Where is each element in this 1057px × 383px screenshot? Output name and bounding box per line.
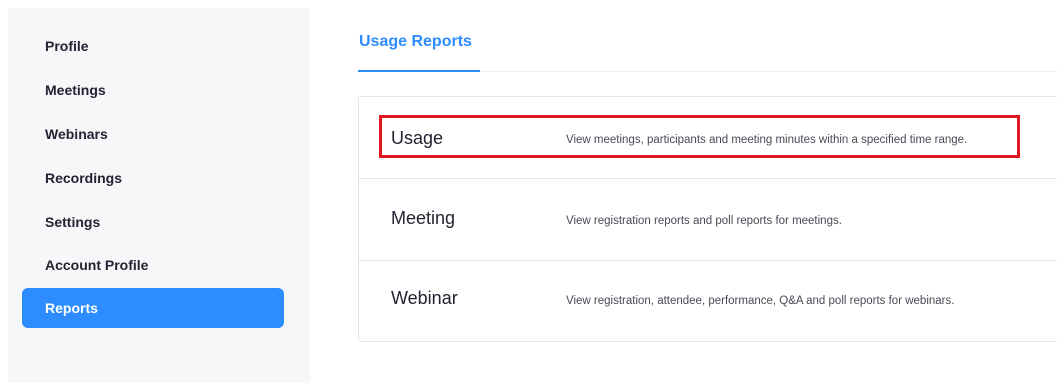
report-description: View meetings, participants and meeting … — [566, 134, 968, 146]
report-description: View registration reports and poll repor… — [566, 215, 842, 227]
report-row-usage[interactable]: Usage View meetings, participants and me… — [359, 97, 1057, 179]
tab-label: Usage Reports — [359, 33, 472, 50]
sidebar-nav: Profile Meetings Webinars Recordings Set… — [8, 8, 310, 383]
report-row-webinar[interactable]: Webinar View registration, attendee, per… — [359, 261, 1057, 343]
sidebar-item-label: Recordings — [45, 170, 123, 186]
tab-usage-reports[interactable]: Usage Reports — [358, 30, 480, 72]
sidebar-item-label: Webinars — [45, 126, 108, 142]
report-title[interactable]: Webinar — [391, 288, 458, 309]
sidebar-item-account-profile[interactable]: Account Profile — [22, 245, 284, 285]
sidebar-item-label: Reports — [45, 300, 98, 316]
tab-bar: Usage Reports — [358, 30, 1057, 72]
sidebar-item-label: Meetings — [45, 82, 106, 98]
sidebar-item-settings[interactable]: Settings — [22, 202, 284, 242]
report-list: Usage View meetings, participants and me… — [358, 96, 1057, 342]
sidebar-item-label: Settings — [45, 214, 101, 230]
sidebar-item-label: Profile — [45, 38, 89, 54]
report-title[interactable]: Meeting — [391, 208, 455, 229]
sidebar-item-meetings[interactable]: Meetings — [22, 70, 284, 110]
sidebar-item-recordings[interactable]: Recordings — [22, 158, 284, 198]
sidebar-item-label: Account Profile — [45, 257, 149, 273]
report-title[interactable]: Usage — [391, 128, 443, 149]
report-description: View registration, attendee, performance… — [566, 295, 955, 307]
report-row-meeting[interactable]: Meeting View registration reports and po… — [359, 179, 1057, 261]
sidebar-item-reports[interactable]: Reports — [22, 288, 284, 328]
sidebar-item-profile[interactable]: Profile — [22, 26, 284, 66]
sidebar-item-webinars[interactable]: Webinars — [22, 114, 284, 154]
